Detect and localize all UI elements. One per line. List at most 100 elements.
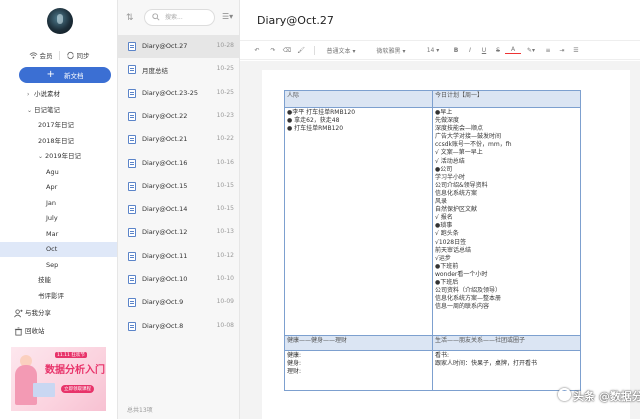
sidebar-item-folder[interactable]: Jan [0, 196, 117, 211]
document-title: Diary@Oct.10 [142, 275, 188, 283]
trash-item[interactable]: 回收站 [14, 325, 45, 336]
table-section-row: 健康——健身——理财 生活——朋友关系——社团或圈子 [284, 335, 581, 351]
text-line: 信息化系统方案 [435, 189, 478, 197]
list-item[interactable]: Diary@Oct.23-25 10-25 [118, 82, 239, 105]
sidebar-item-label: Jan [46, 198, 57, 207]
sidebar-item-folder[interactable]: Apr [0, 180, 117, 195]
list-item[interactable]: Diary@Oct.16 10-16 [118, 152, 239, 175]
ad-cta-button[interactable]: 立即领取课程 [61, 385, 94, 393]
document-date: 10-25 [216, 88, 234, 96]
sidebar-item-label: 2018年日记 [38, 136, 75, 145]
sidebar-item-folder[interactable]: 2017年日记 [0, 118, 117, 133]
document-title: Diary@Oct.12 [142, 228, 188, 237]
strikethrough-icon[interactable]: S [491, 47, 505, 54]
sidebar-item-folder[interactable]: Agu [0, 165, 117, 180]
sidebar-item-folder[interactable]: 书评影评 [0, 289, 117, 304]
list-icon[interactable]: ☰ [569, 47, 583, 54]
people-cell[interactable]: ●李平 打车挂单RMB120 ● 拿走62，获走48 ● 打车挂单RMB120 [284, 107, 433, 336]
font-color-icon[interactable]: A [505, 46, 521, 54]
list-item[interactable]: Diary@Oct.12 10-13 [118, 221, 239, 244]
chevron-right-icon[interactable]: › [27, 87, 34, 102]
text-line: 信息一周的联系内容 [435, 303, 490, 311]
font-family-select[interactable]: 微软雅黑 ▾ [369, 46, 413, 55]
sidebar-item-folder[interactable]: Sep [0, 258, 117, 273]
sidebar-item-folder[interactable]: 技能 [0, 273, 117, 288]
italic-icon[interactable]: I [463, 47, 477, 54]
paragraph-style-select[interactable]: 普通文本 ▾ [321, 46, 361, 55]
align-icon[interactable]: ≡ [541, 47, 555, 54]
eraser-icon[interactable]: ⌫ [280, 47, 294, 54]
document-date: 10-10 [216, 275, 234, 282]
list-item[interactable]: Diary@Oct.10 10-10 [118, 268, 239, 291]
list-item[interactable]: Diary@Oct.8 10-08 [118, 315, 239, 338]
underline-icon[interactable]: U [477, 47, 491, 54]
sidebar-item-label: Oct [46, 245, 58, 253]
document-title[interactable]: Diary@Oct.27 [257, 14, 334, 27]
divider [58, 50, 60, 60]
sort-icon[interactable]: ⇅ [126, 13, 134, 23]
text-line: ●下班前 [435, 262, 459, 270]
app-window: 会员 同步 + 新文档 › 小说素材 ⌄ 日记笔记 2017年日记 2018年日记 ⌄ 201… [0, 0, 640, 419]
sidebar-item-folder[interactable]: ⌄ 2019年日记 [0, 149, 117, 164]
diary-table[interactable]: 人际 今日计划【周一】 ●李平 打车挂单RMB120 ● 拿走62，获走48 ● 打… [284, 90, 581, 391]
plan-cell[interactable]: ●早上 先做深度 深度技能会—顺点 广告大学对接—鼓发时间 ccsdk账号一不份，mm，… [432, 107, 581, 336]
sidebar-item-label: 2019年日记 [45, 152, 82, 160]
paragraph-style-value: 普通文本 [326, 47, 351, 55]
bold-icon[interactable]: B [449, 47, 463, 54]
section-cell-life[interactable]: 生活——朋友关系——社团或圈子 [432, 335, 581, 351]
document-title: Diary@Oct.23-25 [142, 88, 199, 97]
sidebar-item-folder[interactable]: Mar [0, 227, 117, 242]
text-line: 自然保护区文献 [435, 206, 478, 214]
list-item[interactable]: Diary@Oct.21 10-22 [118, 128, 239, 151]
sync-icon [66, 52, 74, 60]
member-button[interactable]: 会员 [29, 50, 53, 61]
health-detail-cell[interactable]: 健康: 健身: 理财: [284, 350, 433, 391]
sidebar-item-folder[interactable]: Oct [0, 242, 117, 257]
search-input[interactable]: 搜索... [144, 9, 215, 26]
sidebar-item-folder[interactable]: 2018年日记 [0, 134, 117, 149]
ad-banner[interactable]: 11.11 狂欢节 数据分析入门 立即领取课程 [11, 347, 106, 411]
trash-label: 回收站 [25, 327, 45, 335]
sidebar-item-folder[interactable]: › 小说素材 [0, 87, 117, 102]
chevron-down-icon[interactable]: ⌄ [38, 149, 45, 164]
text-line: √ 活动总结 [435, 157, 465, 165]
text-line: 公司介绍&领导资料 [435, 181, 488, 189]
list-item[interactable]: Diary@Oct.15 10-15 [118, 175, 239, 198]
redo-icon[interactable]: ↷ [266, 47, 280, 54]
sidebar-item-label: 书评影评 [38, 291, 64, 300]
format-painter-icon[interactable]: 🖌 [294, 47, 308, 54]
sync-button[interactable]: 同步 [66, 50, 90, 61]
list-item[interactable]: Diary@Oct.22 10-23 [118, 105, 239, 128]
font-size-select[interactable]: 14 ▾ [423, 47, 443, 54]
sidebar-item-label: Agu [46, 167, 59, 176]
text-line: 前天审话总结 [435, 246, 472, 254]
header-cell-plan[interactable]: 今日计划【周一】 [432, 90, 581, 108]
sidebar-item-folder[interactable]: July [0, 211, 117, 226]
avatar[interactable] [47, 8, 73, 34]
section-cell-health[interactable]: 健康——健身——理财 [284, 335, 433, 351]
sync-label: 同步 [76, 51, 90, 60]
life-detail-cell[interactable]: 看书: 跟家人时间：快果子，桌牌，打开看书 [432, 350, 581, 391]
search-placeholder: 搜索... [165, 14, 183, 21]
header-cell-people[interactable]: 人际 [284, 90, 433, 108]
table-header-row: 人际 今日计划【周一】 [284, 90, 581, 108]
sidebar-item-folder[interactable]: ⌄ 日记笔记 [0, 103, 117, 118]
list-menu-icon[interactable]: ☰▾ [222, 12, 233, 21]
text-line: 公司资料（介绍及领导） [435, 287, 502, 295]
list-item[interactable]: Diary@Oct.11 10-12 [118, 245, 239, 268]
document-icon [128, 158, 136, 168]
list-item[interactable]: 月度总结 10-25 [118, 58, 239, 81]
indent-icon[interactable]: ⇥ [555, 47, 569, 54]
document-date: 10-12 [216, 251, 234, 259]
new-document-button[interactable]: + 新文档 [19, 67, 111, 83]
undo-icon[interactable]: ↶ [248, 47, 266, 54]
highlight-icon[interactable]: ✎▾ [523, 47, 539, 54]
shared-with-me-item[interactable]: 与我分享 [14, 307, 51, 318]
list-item[interactable]: Diary@Oct.9 10-09 [118, 291, 239, 314]
list-item[interactable]: Diary@Oct.27 10-28 [118, 35, 239, 58]
document-count: 总共13项 [127, 407, 153, 414]
list-item[interactable]: Diary@Oct.14 10-15 [118, 198, 239, 221]
document-date: 10-23 [216, 111, 234, 119]
chevron-down-icon[interactable]: ⌄ [27, 103, 34, 118]
table-row: 健康: 健身: 理财: 看书: 跟家人时间：快果子，桌牌，打开看书 [284, 350, 581, 391]
